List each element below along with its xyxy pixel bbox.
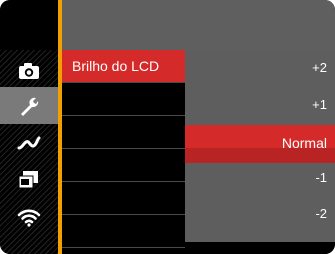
wifi-icon[interactable] — [0, 198, 58, 235]
camera-icon[interactable] — [0, 52, 58, 89]
option-plus-1[interactable]: +1 — [312, 97, 327, 112]
bottom-strip — [185, 242, 335, 254]
top-bar — [0, 0, 335, 50]
option-minus-2[interactable]: -2 — [315, 206, 327, 221]
option-normal[interactable]: Normal — [185, 125, 335, 163]
menu-item-empty[interactable] — [62, 116, 185, 149]
menu-item-empty[interactable] — [62, 83, 185, 116]
option-normal-label: Normal — [281, 135, 327, 151]
sd-card-icon[interactable] — [0, 161, 58, 198]
menu-item-empty[interactable] — [62, 182, 185, 215]
brightness-options-panel: +2 +1 Normal -1 -2 — [185, 50, 335, 242]
connectivity-icon[interactable] — [0, 124, 58, 161]
settings-menu: Brilho do LCD — [62, 50, 185, 254]
menu-item-empty[interactable] — [62, 149, 185, 182]
camera-menu-screen: Brilho do LCD +2 +1 Normal -1 -2 — [0, 0, 335, 254]
menu-item-lcd-brightness[interactable]: Brilho do LCD — [62, 50, 185, 83]
sidebar — [0, 50, 58, 254]
menu-item-empty[interactable] — [62, 215, 185, 248]
wrench-icon[interactable] — [0, 87, 58, 124]
top-bar-corner — [0, 0, 62, 50]
option-plus-2[interactable]: +2 — [312, 60, 327, 75]
option-minus-1[interactable]: -1 — [315, 170, 327, 185]
